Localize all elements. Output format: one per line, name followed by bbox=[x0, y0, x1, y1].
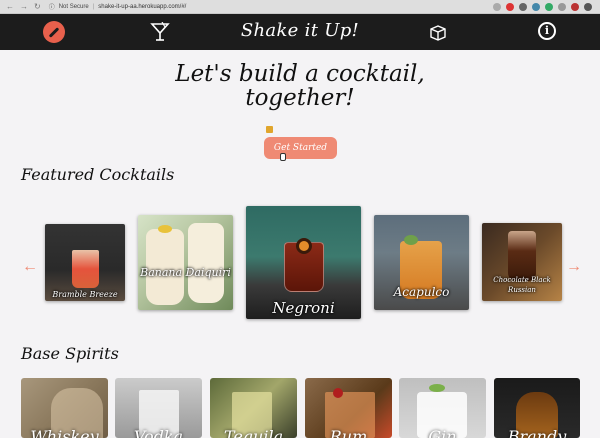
url-separator: | bbox=[92, 3, 95, 10]
spirit-name: Gin bbox=[428, 427, 457, 438]
lime-garnish-icon bbox=[158, 225, 172, 233]
spirit-name: Brandy bbox=[507, 427, 567, 438]
cocktail-card[interactable]: Negroni bbox=[246, 206, 361, 319]
spirit-name: Rum bbox=[329, 427, 368, 438]
url-text: shake-it-up-aa.herokuapp.com/#/ bbox=[98, 3, 187, 10]
spirit-card[interactable]: Vodka bbox=[115, 378, 202, 438]
spirit-name: Vodka bbox=[133, 427, 184, 438]
get-started-button[interactable]: Get Started bbox=[264, 137, 337, 159]
reload-icon[interactable]: ↻ bbox=[34, 2, 41, 11]
spirit-name: Whiskey bbox=[30, 427, 99, 438]
back-icon[interactable]: ← bbox=[6, 2, 14, 11]
cocktail-image bbox=[188, 223, 224, 303]
hero-line-2: together! bbox=[245, 85, 355, 111]
security-label: Not Secure bbox=[58, 3, 89, 10]
featured-title: Featured Cocktails bbox=[21, 165, 175, 184]
cocktail-image bbox=[72, 250, 99, 288]
star-icon[interactable] bbox=[493, 3, 501, 11]
cocktail-name: Banana Daiquiri bbox=[140, 266, 231, 279]
extension-icon[interactable] bbox=[532, 3, 540, 11]
spirit-card[interactable]: Whiskey bbox=[21, 378, 108, 438]
mint-garnish-icon bbox=[404, 235, 418, 245]
spirit-card[interactable]: Rum bbox=[305, 378, 392, 438]
extension-icon[interactable] bbox=[558, 3, 566, 11]
orange-garnish-icon bbox=[296, 238, 312, 254]
avatar[interactable] bbox=[584, 3, 592, 11]
address-bar[interactable]: ⓘ Not Secure | shake-it-up-aa.herokuapp.… bbox=[48, 2, 187, 12]
cocktail-card[interactable]: Bramble Breeze bbox=[45, 224, 125, 301]
cocktail-card[interactable]: Acapulco bbox=[374, 215, 469, 310]
cocktail-card[interactable]: Banana Daiquiri bbox=[138, 215, 233, 310]
cherry-garnish-icon bbox=[333, 388, 343, 398]
cocktail-name: Negroni bbox=[272, 299, 335, 317]
cocktail-card[interactable]: Chocolate Black Russian bbox=[482, 223, 562, 301]
carousel-next-button[interactable]: → bbox=[566, 258, 582, 276]
carousel-prev-button[interactable]: ← bbox=[22, 258, 38, 276]
extension-icons bbox=[493, 3, 592, 11]
lime-garnish-icon bbox=[429, 384, 445, 392]
spirit-card[interactable]: Gin bbox=[399, 378, 486, 438]
cocktail-name: Acapulco bbox=[393, 285, 450, 299]
info-circle-icon: ⓘ bbox=[48, 5, 55, 11]
browser-toolbar: ← → ↻ ⓘ Not Secure | shake-it-up-aa.hero… bbox=[0, 0, 600, 14]
spirit-card[interactable]: Brandy bbox=[494, 378, 580, 438]
forward-icon[interactable]: → bbox=[20, 2, 28, 11]
browser-nav: ← → ↻ bbox=[6, 2, 41, 11]
cocktail-image bbox=[508, 231, 536, 281]
cursor-icon bbox=[280, 153, 286, 161]
extension-icon[interactable] bbox=[545, 3, 553, 11]
cocktail-name: Bramble Breeze bbox=[52, 290, 118, 299]
cocktail-name: Chocolate Black Russian bbox=[493, 276, 551, 294]
hero-heading: Let's build a cocktail, together! bbox=[0, 62, 600, 110]
info-icon[interactable]: i bbox=[538, 22, 556, 40]
ice-cubes-icon[interactable] bbox=[428, 22, 448, 42]
trophy-icon bbox=[266, 126, 273, 133]
extension-icon[interactable] bbox=[519, 3, 527, 11]
extension-icon[interactable] bbox=[571, 3, 579, 11]
extension-icon[interactable] bbox=[506, 3, 514, 11]
app-header: Shake it Up! i bbox=[0, 14, 600, 50]
base-spirits-title: Base Spirits bbox=[21, 344, 119, 363]
spirit-name: Tequila bbox=[223, 427, 284, 438]
spirit-card[interactable]: Tequila bbox=[210, 378, 297, 438]
hero-line-1: Let's build a cocktail, bbox=[175, 61, 425, 87]
brand-title[interactable]: Shake it Up! bbox=[0, 20, 600, 41]
